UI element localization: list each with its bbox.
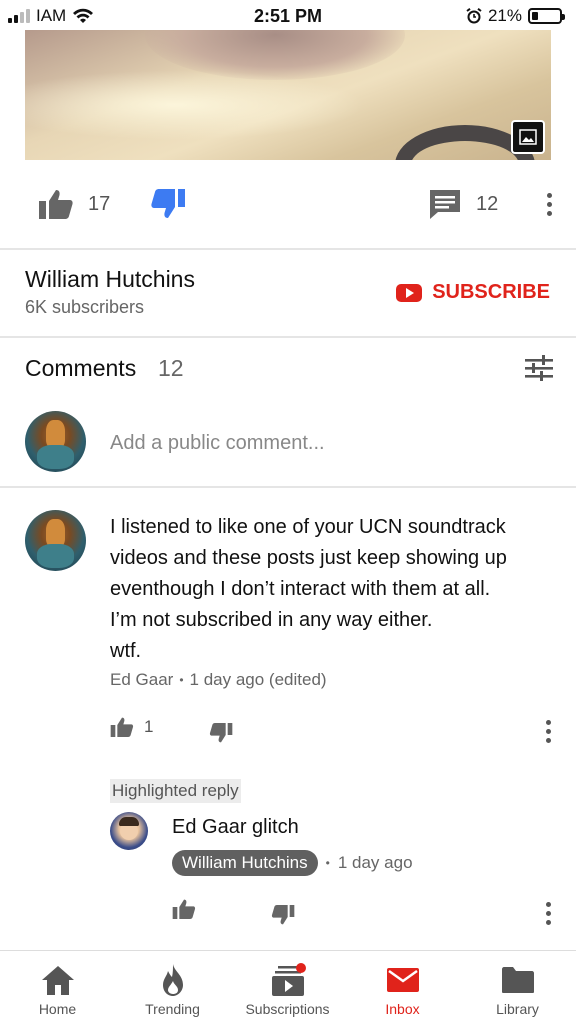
reply-avatar[interactable]: [110, 812, 148, 850]
reply-time: 1 day ago: [337, 853, 413, 872]
separator-dot: •: [325, 856, 330, 870]
add-comment-input[interactable]: Add a public comment...: [110, 432, 325, 455]
like-button[interactable]: 17: [38, 188, 110, 220]
home-icon: [41, 966, 74, 995]
highlighted-reply-label: Highlighted reply: [110, 779, 241, 803]
comment-text: I listened to like one of your UCN sound…: [110, 512, 550, 667]
thumbs-up-icon: [172, 899, 196, 919]
comment-meta: Ed Gaar • 1 day ago (edited): [110, 670, 327, 690]
divider: [0, 248, 576, 250]
commenter-avatar[interactable]: [25, 510, 86, 571]
nav-subscriptions[interactable]: Subscriptions: [230, 951, 345, 1024]
comment-line: I listened to like one of your UCN sound…: [110, 516, 506, 538]
mail-icon: [386, 968, 419, 992]
comment-author[interactable]: Ed Gaar: [110, 670, 173, 690]
comment-more-icon[interactable]: [544, 720, 552, 743]
comment-line: wtf.: [110, 640, 142, 662]
divider: [0, 486, 576, 488]
nav-label: Trending: [145, 1001, 200, 1017]
separator-dot: •: [179, 673, 184, 687]
reply-dislike-button[interactable]: [271, 904, 295, 926]
folder-icon: [501, 967, 534, 993]
thumbs-down-icon: [151, 189, 185, 218]
comment-count: 12: [476, 192, 499, 215]
nav-inbox[interactable]: Inbox: [345, 951, 460, 1024]
nav-label: Library: [496, 1001, 539, 1017]
reply-more-icon[interactable]: [544, 902, 552, 925]
status-bar: IAM 2:51 PM 21%: [0, 0, 576, 32]
subscriber-count: 6K subscribers: [25, 297, 145, 317]
status-right: 21%: [466, 6, 565, 26]
nav-label: Home: [38, 1001, 77, 1017]
bottom-navigation: Home Trending Subscriptions Inbox Librar…: [0, 950, 576, 1024]
alarm-icon: [466, 8, 482, 24]
reply-meta: William Hutchins • 1 day ago: [172, 850, 413, 876]
user-avatar: [25, 411, 86, 472]
more-options-icon[interactable]: [545, 193, 553, 216]
like-count: 17: [88, 192, 111, 215]
reply-text: Ed Gaar glitch: [172, 816, 299, 838]
thumbs-up-icon: [110, 717, 134, 737]
comment-like-button[interactable]: 1: [110, 716, 153, 738]
comment-like-count: 1: [144, 717, 154, 736]
comment-line: videos and these posts just keep showing…: [110, 547, 507, 569]
thumbs-down-icon: [209, 723, 233, 743]
nav-trending[interactable]: Trending: [115, 951, 230, 1024]
thumbs-down-icon: [271, 905, 295, 925]
comments-title: Comments: [25, 355, 137, 381]
subscribe-label: SUBSCRIBE: [432, 281, 550, 303]
battery-icon: [528, 8, 565, 24]
youtube-logo-icon: [396, 283, 423, 302]
thumbs-up-icon: [39, 190, 73, 219]
reply-author-chip[interactable]: William Hutchins: [172, 850, 318, 876]
comments-count: 12: [158, 355, 184, 381]
video-thumbnail[interactable]: [25, 30, 551, 160]
video-actions: 17 12: [0, 180, 576, 232]
nav-library[interactable]: Library: [460, 951, 575, 1024]
nav-home[interactable]: Home: [0, 951, 115, 1024]
comment-line: eventhough I don’t interact with them at…: [110, 578, 491, 600]
divider: [0, 336, 576, 338]
nav-label: Subscriptions: [245, 1001, 330, 1017]
battery-percent: 21%: [487, 6, 522, 25]
nav-label: Inbox: [385, 1001, 420, 1017]
channel-name[interactable]: William Hutchins: [25, 266, 195, 293]
dislike-button[interactable]: [150, 188, 186, 220]
comments-button[interactable]: 12: [428, 188, 498, 220]
flame-icon: [162, 964, 183, 996]
subscribe-button[interactable]: SUBSCRIBE: [396, 281, 550, 304]
image-icon[interactable]: [511, 120, 545, 154]
reply-like-button[interactable]: [172, 898, 196, 920]
subscriptions-icon: [271, 963, 306, 996]
comment-time: 1 day ago (edited): [189, 670, 327, 689]
comment-dislike-button[interactable]: [209, 722, 233, 744]
comment-line: I’m not subscribed in any way either.: [110, 609, 433, 631]
sort-filter-icon[interactable]: [524, 354, 554, 382]
comment-icon: [430, 190, 460, 219]
